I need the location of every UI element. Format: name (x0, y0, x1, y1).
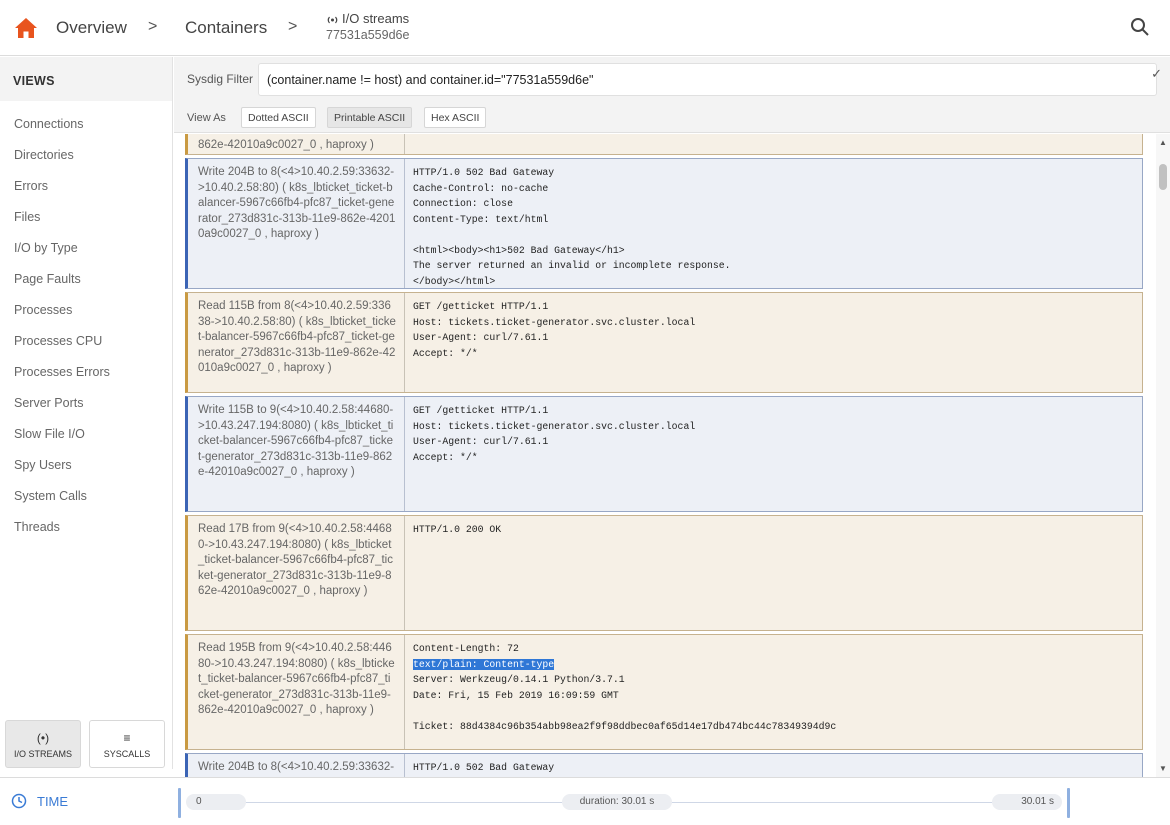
time-label: TIME (37, 793, 69, 809)
sidebar-item-page-faults[interactable]: Page Faults (14, 272, 81, 286)
event-description: Read 195B from 9(<4>10.40.2.58:44680->10… (198, 642, 395, 716)
filter-bar: Sysdig Filter (container.name != host) a… (174, 57, 1170, 101)
event-description: Write 115B to 9(<4>10.40.2.58:44680->10.… (198, 404, 394, 478)
timeline-duration: duration: 30.01 s (562, 794, 672, 810)
view-as-label: View As (187, 112, 226, 124)
view-as-bar: View As Dotted ASCII Printable ASCII Hex… (174, 101, 1170, 133)
read-event[interactable]: 862e-42010a9c0027_0 , haproxy ) (185, 134, 1143, 155)
sysdig-filter-input[interactable]: (container.name != host) and container.i… (258, 63, 1157, 96)
chevron-right-icon: > (148, 18, 158, 35)
sidebar-item-system-calls[interactable]: System Calls (14, 489, 87, 503)
event-description: Write 204B to 8(<4>10.40.2.59:33632- (198, 761, 395, 773)
signal-icon (327, 16, 338, 23)
list-icon: ≡ (123, 731, 131, 745)
sysdig-filter-label: Sysdig Filter (187, 72, 254, 86)
event-description: 862e-42010a9c0027_0 , haproxy ) (198, 139, 374, 151)
event-divider (404, 754, 405, 777)
scrollbar-thumb[interactable] (1159, 164, 1167, 190)
event-divider (404, 516, 405, 630)
write-event[interactable]: Write 115B to 9(<4>10.40.2.58:44680->10.… (185, 396, 1143, 512)
hex-ascii-button[interactable]: Hex ASCII (424, 107, 487, 128)
time-bar: TIME 0 duration: 30.01 s 30.01 s (0, 777, 1170, 825)
vertical-scrollbar[interactable]: ▲ ▼ (1156, 134, 1170, 777)
sidebar-item-server-ports[interactable]: Server Ports (14, 396, 83, 410)
timeline-end-value: 30.01 s (992, 794, 1062, 810)
event-description: Read 115B from 8(<4>10.40.2.59:33638->10… (198, 300, 396, 374)
io-streams-mode-button[interactable]: (•) I/O STREAMS (5, 720, 81, 768)
write-event[interactable]: Write 204B to 8(<4>10.40.2.59:33632- HTTP… (185, 753, 1143, 777)
sidebar-item-slow-file-i-o[interactable]: Slow File I/O (14, 427, 85, 441)
sidebar-item-processes[interactable]: Processes (14, 303, 72, 317)
timeline-slider[interactable]: 0 duration: 30.01 s 30.01 s (178, 784, 1070, 820)
breadcrumb-overview[interactable]: Overview (56, 0, 127, 56)
sidebar-item-threads[interactable]: Threads (14, 520, 60, 534)
read-event[interactable]: Read 17B from 9(<4>10.40.2.58:44680->10.… (185, 515, 1143, 631)
event-divider (404, 293, 405, 392)
breadcrumb-containers[interactable]: Containers (185, 0, 267, 56)
io-stream-list[interactable]: 862e-42010a9c0027_0 , haproxy ) Write 204… (174, 134, 1156, 777)
views-heading: VIEWS (0, 57, 172, 101)
event-payload: Content-Length: 72 text/plain: Content-t… (413, 641, 1136, 734)
top-bar: Overview > Containers > I/O streams 7753… (0, 0, 1170, 56)
syscalls-mode-label: SYSCALLS (103, 749, 151, 759)
sidebar-item-errors[interactable]: Errors (14, 179, 48, 193)
event-payload: HTTP/1.0 502 Bad Gateway Cache-Control: … (413, 762, 555, 773)
printable-ascii-button[interactable]: Printable ASCII (327, 107, 413, 128)
io-streams-mode-label: I/O STREAMS (13, 749, 72, 759)
payload-text: Content-Length: 72 (413, 643, 519, 654)
event-divider (404, 159, 405, 288)
signal-icon: (•) (36, 731, 50, 745)
syscalls-mode-button[interactable]: ≡ SYSCALLS (89, 720, 165, 768)
timeline-start-handle[interactable] (178, 788, 181, 818)
chevron-right-icon: > (288, 18, 298, 35)
sidebar-item-spy-users[interactable]: Spy Users (14, 458, 72, 472)
event-description: Write 204B to 8(<4>10.40.2.59:33632->10.… (198, 166, 396, 240)
event-payload: GET /getticket HTTP/1.1 Host: tickets.ti… (413, 405, 696, 463)
event-payload: HTTP/1.0 200 OK (413, 524, 502, 535)
event-payload: GET /getticket HTTP/1.1 Host: tickets.ti… (413, 301, 696, 359)
sidebar-item-processes-cpu[interactable]: Processes CPU (14, 334, 102, 348)
read-event[interactable]: Read 115B from 8(<4>10.40.2.59:33638->10… (185, 292, 1143, 393)
breadcrumb-io-streams: I/O streams 77531a559d6e (326, 11, 409, 43)
sidebar-item-directories[interactable]: Directories (14, 148, 74, 162)
time-toggle[interactable]: TIME (11, 793, 68, 809)
event-divider (404, 635, 405, 749)
clock-icon (11, 793, 27, 809)
event-payload: HTTP/1.0 502 Bad Gateway Cache-Control: … (413, 167, 731, 287)
sidebar-item-connections[interactable]: Connections (14, 117, 84, 131)
selected-text: text/plain: Content-type (413, 658, 555, 670)
read-event[interactable]: Read 195B from 9(<4>10.40.2.58:44680->10… (185, 634, 1143, 750)
home-icon[interactable] (14, 17, 38, 39)
search-icon[interactable] (1130, 17, 1150, 37)
timeline-end-handle[interactable] (1067, 788, 1070, 818)
payload-text: Server: Werkzeug/0.14.1 Python/3.7.1 Dat… (413, 674, 837, 732)
scroll-down-arrow-icon[interactable]: ▼ (1159, 764, 1167, 773)
views-sidebar: VIEWS (0, 57, 173, 769)
event-description: Read 17B from 9(<4>10.40.2.58:44680->10.… (198, 523, 393, 597)
sidebar-item-processes-errors[interactable]: Processes Errors (14, 365, 110, 379)
sidebar-item-i-o-by-type[interactable]: I/O by Type (14, 241, 78, 255)
write-event[interactable]: Write 204B to 8(<4>10.40.2.59:33632->10.… (185, 158, 1143, 289)
io-streams-title: I/O streams (342, 11, 410, 26)
dotted-ascii-button[interactable]: Dotted ASCII (241, 107, 316, 128)
container-id: 77531a559d6e (326, 28, 410, 42)
sidebar-item-files[interactable]: Files (14, 210, 40, 224)
event-divider (404, 397, 405, 511)
timeline-start-value: 0 (186, 794, 246, 810)
scroll-up-arrow-icon[interactable]: ▲ (1159, 138, 1167, 147)
check-icon[interactable]: ✓ (1151, 66, 1162, 82)
event-divider (404, 134, 405, 154)
